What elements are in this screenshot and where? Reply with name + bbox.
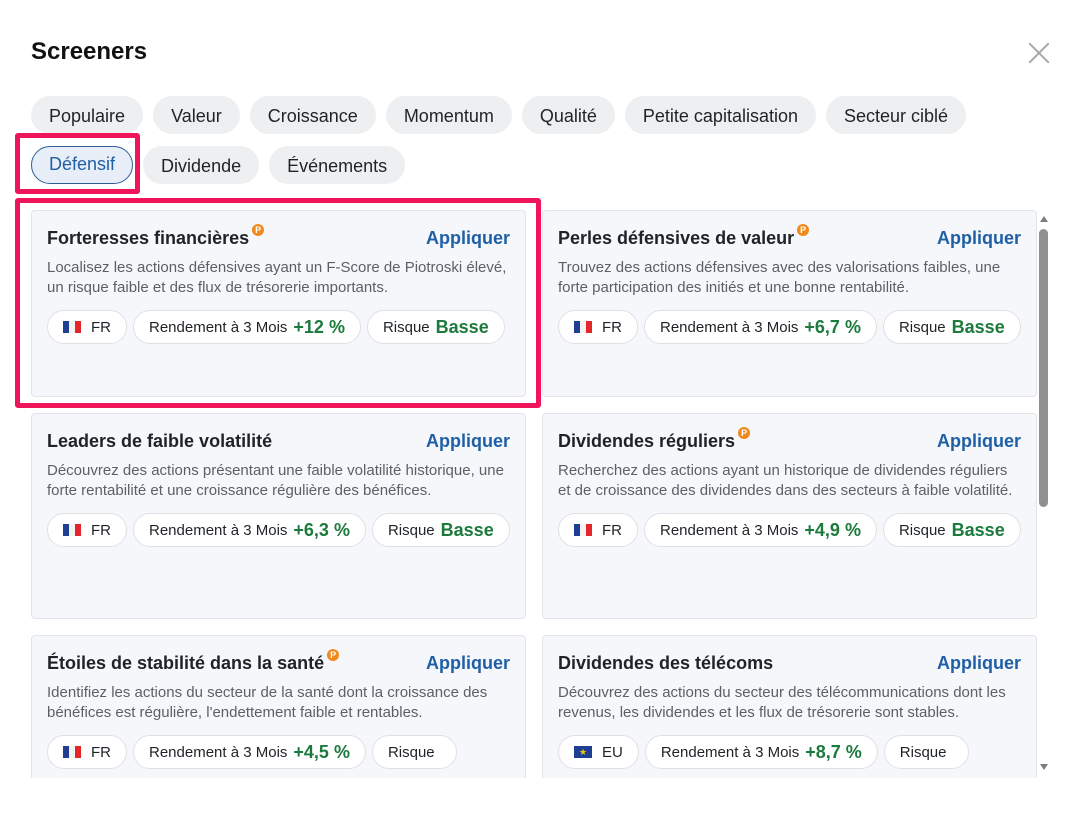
card-title: Forteresses financières P	[47, 224, 265, 249]
tab-dividende[interactable]: Dividende	[143, 146, 260, 184]
return-chip: Rendement à 3 Mois +6,3 %	[133, 513, 366, 547]
france-flag-icon	[574, 524, 592, 536]
screener-card: Leaders de faible volatilité Appliquer D…	[31, 413, 526, 619]
region-chip: FR	[47, 735, 127, 769]
scrollbar-thumb[interactable]	[1039, 229, 1048, 507]
page-title: Screeners	[31, 38, 148, 65]
card-description: Trouvez des actions défensives avec des …	[558, 259, 1001, 296]
pro-badge-icon: P	[797, 224, 810, 236]
return-chip: Rendement à 3 Mois +6,7 %	[644, 310, 877, 344]
tab-petite-capitalisation[interactable]: Petite capitalisation	[624, 96, 816, 134]
tab-momentum[interactable]: Momentum	[385, 96, 512, 134]
card-title: Dividendes réguliers P	[558, 427, 751, 452]
apply-button[interactable]: Appliquer	[937, 431, 1021, 452]
scroll-up-arrow-icon[interactable]	[1040, 216, 1048, 222]
region-chip: EU	[558, 735, 639, 769]
region-chip: FR	[47, 310, 127, 344]
apply-button[interactable]: Appliquer	[937, 228, 1021, 249]
card-title: Perles défensives de valeur P	[558, 224, 810, 249]
region-chip: FR	[558, 310, 638, 344]
scrollbar[interactable]	[1038, 212, 1050, 778]
pro-badge-icon: P	[738, 427, 751, 439]
tab-croissance[interactable]: Croissance	[249, 96, 376, 134]
tab-valeur[interactable]: Valeur	[153, 96, 240, 134]
pro-badge-icon: P	[252, 224, 265, 236]
screener-list: Forteresses financières P Appliquer Local…	[31, 210, 1037, 778]
france-flag-icon	[63, 746, 81, 758]
tab-secteur-cible[interactable]: Secteur ciblé	[825, 96, 967, 134]
card-description: Recherchez des actions ayant un historiq…	[558, 462, 1013, 499]
france-flag-icon	[63, 524, 81, 536]
return-chip: Rendement à 3 Mois +4,5 %	[133, 735, 366, 769]
scroll-down-arrow-icon[interactable]	[1040, 764, 1048, 770]
screener-card: Perles défensives de valeur P Appliquer T…	[542, 210, 1037, 397]
risk-chip: Risque Basse	[882, 310, 1021, 344]
screener-card: Forteresses financières P Appliquer Local…	[31, 210, 526, 397]
apply-button[interactable]: Appliquer	[937, 653, 1021, 674]
apply-button[interactable]: Appliquer	[426, 228, 510, 249]
tab-defensif[interactable]: Défensif	[31, 146, 134, 184]
region-chip: FR	[558, 513, 638, 547]
card-description: Localisez les actions défensives ayant u…	[47, 259, 507, 296]
card-description: Identifiez les actions du secteur de la …	[47, 684, 488, 721]
apply-button[interactable]: Appliquer	[426, 653, 510, 674]
card-description: Découvrez des actions présentant une fai…	[47, 462, 504, 499]
pro-badge-icon: P	[327, 649, 340, 661]
card-title: Leaders de faible volatilité	[47, 431, 273, 451]
return-chip: Rendement à 3 Mois +8,7 %	[644, 735, 878, 769]
region-chip: FR	[47, 513, 127, 547]
card-title: Étoiles de stabilité dans la santé P	[47, 649, 340, 674]
tab-populaire[interactable]: Populaire	[31, 96, 144, 134]
risk-chip: Risque	[883, 735, 969, 769]
france-flag-icon	[63, 321, 81, 333]
screener-card: Étoiles de stabilité dans la santé P Appl…	[31, 635, 526, 778]
risk-chip: Risque	[371, 735, 457, 769]
category-tabs: Populaire Valeur Croissance Momentum Qua…	[31, 96, 1021, 184]
risk-chip: Risque Basse	[882, 513, 1021, 547]
risk-chip: Risque Basse	[371, 513, 510, 547]
card-description: Découvrez des actions du secteur des tél…	[558, 684, 1006, 721]
apply-button[interactable]: Appliquer	[426, 431, 510, 452]
france-flag-icon	[574, 321, 592, 333]
screener-card: Dividendes réguliers P Appliquer Recherch…	[542, 413, 1037, 619]
eu-flag-icon	[574, 746, 592, 758]
risk-chip: Risque Basse	[366, 310, 505, 344]
screener-card: Dividendes des télécoms Appliquer Découv…	[542, 635, 1037, 778]
close-icon[interactable]	[1024, 38, 1054, 68]
return-chip: Rendement à 3 Mois +12 %	[133, 310, 361, 344]
card-title: Dividendes des télécoms	[558, 653, 774, 673]
tab-qualite[interactable]: Qualité	[521, 96, 615, 134]
tab-evenements[interactable]: Événements	[269, 146, 406, 184]
return-chip: Rendement à 3 Mois +4,9 %	[644, 513, 877, 547]
